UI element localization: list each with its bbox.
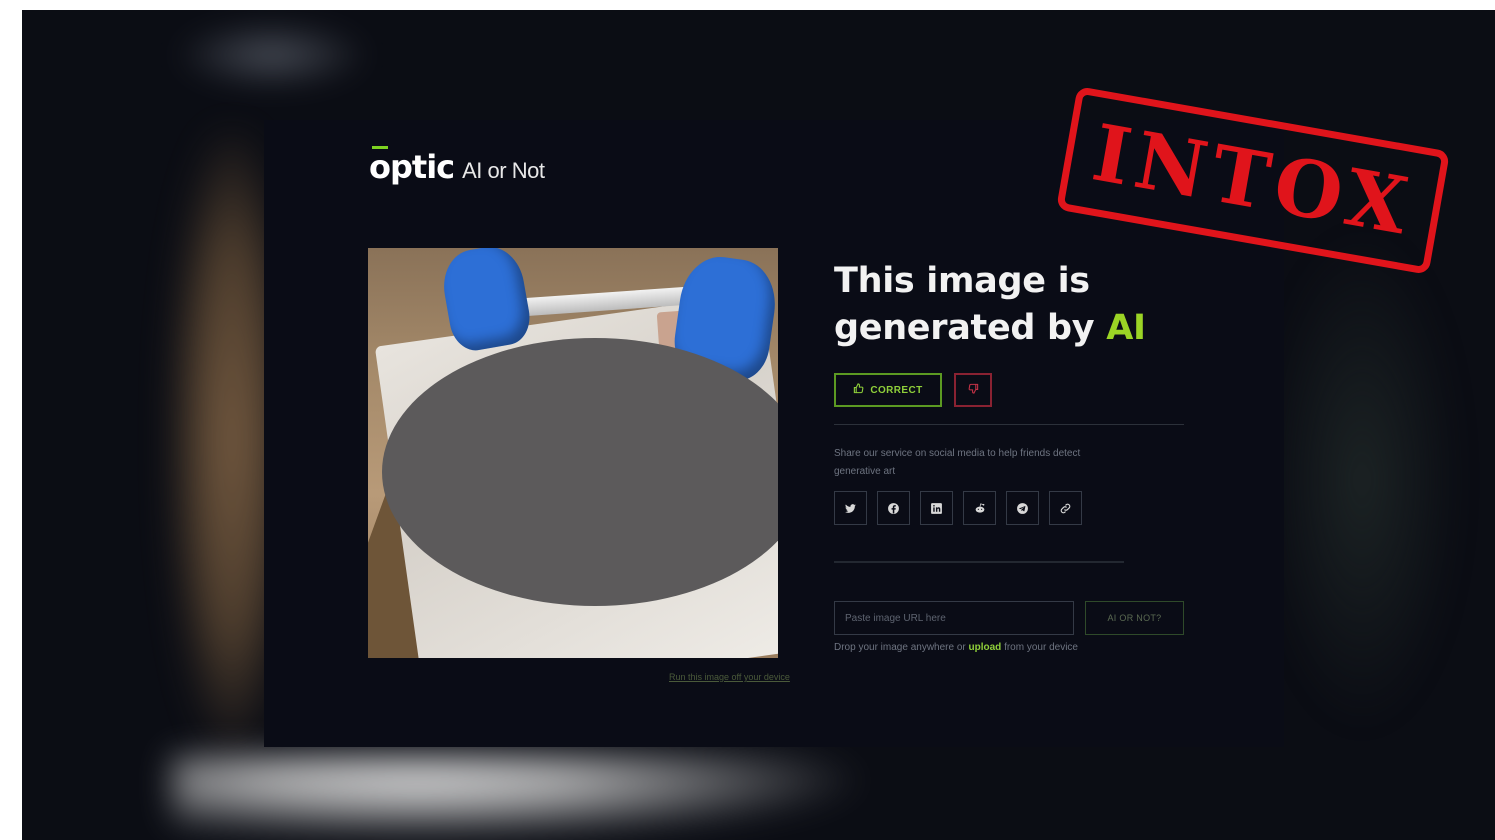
drop-suffix: from your device [1001, 642, 1078, 653]
result-headline: This image is generated by AI [834, 258, 1194, 352]
app-logo[interactable]: optic AI or Not [369, 146, 545, 186]
logo-subtitle: AI or Not [462, 158, 545, 183]
reddit-icon[interactable] [963, 491, 996, 525]
link-icon[interactable] [1049, 491, 1082, 525]
drop-instructions: Drop your image anywhere or upload from … [834, 642, 1078, 653]
headline-text: This image is generated by [834, 261, 1107, 348]
drop-prefix: Drop your image anywhere or [834, 642, 969, 653]
background-blur-right [1262, 230, 1462, 730]
ai-or-not-button[interactable]: AI OR NOT? [1085, 601, 1184, 635]
divider [834, 561, 1124, 563]
image-url-input[interactable] [834, 601, 1074, 635]
twitter-icon[interactable] [834, 491, 867, 525]
incorrect-button[interactable] [954, 373, 992, 407]
telegram-icon[interactable] [1006, 491, 1039, 525]
headline-highlight: AI [1106, 308, 1146, 348]
divider [834, 424, 1184, 425]
thumbs-down-icon [968, 383, 979, 397]
background-blur-top [172, 20, 372, 90]
facebook-icon[interactable] [877, 491, 910, 525]
thumbs-up-icon [853, 383, 864, 397]
logo-mark: optic [369, 146, 455, 186]
share-description: Share our service on social media to hel… [834, 448, 1081, 477]
background-blur-bottom [172, 755, 872, 840]
correct-label: CORRECT [870, 384, 923, 396]
analyzed-image [368, 248, 778, 658]
correct-button[interactable]: CORRECT [834, 373, 942, 407]
image-credit-link[interactable]: Run this image off your device [669, 672, 790, 682]
left-border [0, 0, 22, 840]
upload-link[interactable]: upload [969, 642, 1002, 653]
screenshot-frame: optic AI or Not Run this image off your … [22, 10, 1495, 840]
linkedin-icon[interactable] [920, 491, 953, 525]
social-share-row [834, 491, 1082, 525]
